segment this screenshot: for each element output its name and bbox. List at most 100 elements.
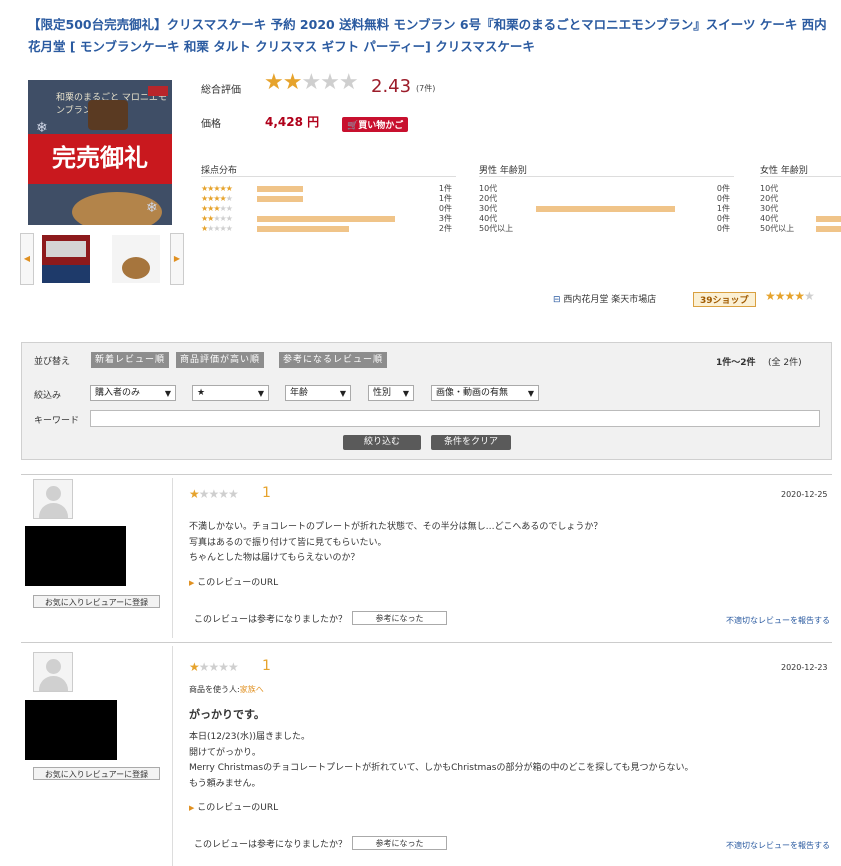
thumb-prev-icon[interactable]: ◀	[20, 233, 34, 285]
sort-rating-button[interactable]: 商品評価が高い順	[176, 352, 265, 368]
thumbnail-strip: ◀ ▶	[20, 233, 184, 285]
report-review-link[interactable]: 不適切なレビューを報告する	[726, 840, 830, 851]
score-dist-header: 採点分布	[201, 163, 456, 177]
chevron-down-icon: ▼	[339, 389, 346, 398]
review-date: 2020-12-25	[781, 490, 828, 499]
triangle-right-icon: ▶	[189, 804, 195, 812]
cart-button[interactable]: 🛒買い物かご	[342, 117, 409, 132]
triangle-right-icon: ▶	[189, 579, 195, 587]
stars-select[interactable]: ★ ▼	[192, 385, 269, 401]
image-badge	[148, 86, 168, 96]
media-select[interactable]: 画像・動画の有無 ▼	[431, 385, 539, 401]
reviewer-avatar	[33, 479, 73, 519]
score-dist-row[interactable]: ★★★★★ 3件	[201, 214, 456, 224]
score-dist-row[interactable]: ★★★★★ 2件	[201, 224, 456, 234]
shop-rating-stars: ★★★★★	[765, 289, 815, 303]
female-dist-row[interactable]: 10代	[760, 184, 841, 194]
female-dist-row[interactable]: 50代以上	[760, 224, 841, 234]
review-url-link[interactable]: ▶ このレビューのURL	[189, 800, 278, 813]
male-dist-header: 男性 年齢別	[479, 163, 734, 177]
male-dist-row[interactable]: 30代 1件	[479, 204, 734, 214]
score-bar	[257, 196, 303, 202]
thumb-next-icon[interactable]: ▶	[170, 233, 184, 285]
male-dist-list: 10代 0件 20代 0件 30代 1件 40代 0件 50代以上 0件	[479, 184, 734, 234]
favorite-reviewer-button[interactable]: お気に入りレビュアーに登録	[33, 767, 160, 780]
male-dist-row[interactable]: 40代 0件	[479, 214, 734, 224]
review-title: がっかりです。	[189, 708, 265, 721]
price-value: 4,428 円	[265, 115, 320, 129]
review-stars: ★★★★★	[189, 487, 239, 501]
price-label: 価格	[201, 119, 221, 130]
female-dist-row[interactable]: 20代	[760, 194, 841, 204]
shop-icon: ⊟	[553, 295, 561, 305]
helpful-button[interactable]: 参考になった	[352, 836, 447, 850]
rating-stars: ★★★★★	[264, 70, 359, 95]
clear-filter-button[interactable]: 条件をクリア	[431, 435, 511, 450]
sort-helpful-button[interactable]: 参考になるレビュー順	[279, 352, 388, 368]
rating-count[interactable]: (7件)	[416, 83, 435, 94]
review-url-link[interactable]: ▶ このレビューのURL	[189, 575, 278, 588]
product-title: 【限定500台完売御礼】クリスマスケーキ 予約 2020 送料無料 モンブラン …	[28, 17, 827, 54]
review-score: 1	[262, 485, 271, 501]
helpful-question: このレビューは参考になりましたか？	[194, 615, 348, 625]
rating-value: 2.43	[371, 76, 412, 97]
review-date: 2020-12-23	[781, 663, 828, 672]
divider	[21, 474, 832, 475]
score-bar	[257, 186, 303, 192]
shop-39-badge: 39ショップ	[693, 292, 756, 307]
chevron-down-icon: ▼	[527, 389, 534, 398]
male-bar	[536, 206, 675, 212]
redacted-image	[25, 700, 117, 760]
result-total: (全 2件)	[768, 358, 802, 368]
score-bar	[257, 226, 349, 232]
age-select[interactable]: 年齢 ▼	[285, 385, 351, 401]
review-meta: 商品を使う人:家族へ	[189, 685, 264, 694]
female-dist-header: 女性 年齢別	[760, 163, 841, 177]
female-bar	[816, 216, 841, 222]
female-bar	[816, 226, 841, 232]
purchaser-select[interactable]: 購入者のみ ▼	[90, 385, 176, 401]
score-dist-row[interactable]: ★★★★★ 1件	[201, 184, 456, 194]
review-filter-panel: 並び替え 新着レビュー順 商品評価が高い順 参考になるレビュー順 1件～2件 (…	[21, 342, 832, 460]
score-dist-row[interactable]: ★★★★★ 1件	[201, 194, 456, 204]
reviewer-avatar	[33, 652, 73, 692]
male-dist-row[interactable]: 10代 0件	[479, 184, 734, 194]
report-review-link[interactable]: 不適切なレビューを報告する	[726, 615, 830, 626]
snowflake-icon: ❄	[146, 200, 158, 216]
review-stars: ★★★★★	[189, 660, 239, 674]
favorite-reviewer-button[interactable]: お気に入りレビュアーに登録	[33, 595, 160, 608]
snowflake-icon: ❄	[36, 120, 48, 136]
male-dist-row[interactable]: 50代以上 0件	[479, 224, 734, 234]
thumbnail-1[interactable]	[42, 235, 90, 283]
chevron-down-icon: ▼	[402, 389, 409, 398]
review-body: 不満しかない。チョコレートのプレートが折れた状態で、その半分は無し…どこへあるの…	[189, 522, 603, 563]
sort-newest-button[interactable]: 新着レビュー順	[91, 352, 170, 368]
score-bar	[257, 216, 395, 222]
divider	[172, 478, 173, 638]
chevron-down-icon: ▼	[164, 389, 171, 398]
female-dist-row[interactable]: 40代	[760, 214, 841, 224]
female-dist-list: 10代 20代 30代 40代 50代以上	[760, 184, 841, 234]
review-body: 本日(12/23(水))届きました。 開けてがっかり。 Merry Christ…	[189, 732, 694, 789]
helpful-button[interactable]: 参考になった	[352, 611, 447, 625]
sort-label: 並び替え	[34, 357, 71, 367]
redacted-image	[25, 526, 126, 586]
female-dist-row[interactable]: 30代	[760, 204, 841, 214]
cart-icon: 🛒	[347, 121, 359, 131]
male-dist-row[interactable]: 20代 0件	[479, 194, 734, 204]
score-dist-row[interactable]: ★★★★★ 0件	[201, 204, 456, 214]
gender-select[interactable]: 性別 ▼	[368, 385, 414, 401]
product-main-image[interactable]: 和栗のまるごと マロニエモンブラン 完売御礼 ❄ ❄	[28, 80, 172, 225]
thumbnail-2[interactable]	[112, 235, 160, 283]
apply-filter-button[interactable]: 絞り込む	[343, 435, 421, 450]
image-banner-text: 完売御礼	[52, 143, 148, 172]
divider	[172, 646, 173, 866]
score-dist-list: ★★★★★ 1件 ★★★★★ 1件 ★★★★★ 0件 ★★★★★ 3件 ★★★★…	[201, 184, 456, 234]
keyword-label: キーワード	[34, 416, 80, 426]
shop-link[interactable]: ⊟ 西内花月堂 楽天市場店	[553, 292, 656, 305]
keyword-input[interactable]	[90, 410, 820, 427]
review-score: 1	[262, 658, 271, 674]
helpful-question: このレビューは参考になりましたか？	[194, 840, 348, 850]
rating-label: 総合評価	[201, 85, 241, 96]
chevron-down-icon: ▼	[257, 389, 264, 398]
